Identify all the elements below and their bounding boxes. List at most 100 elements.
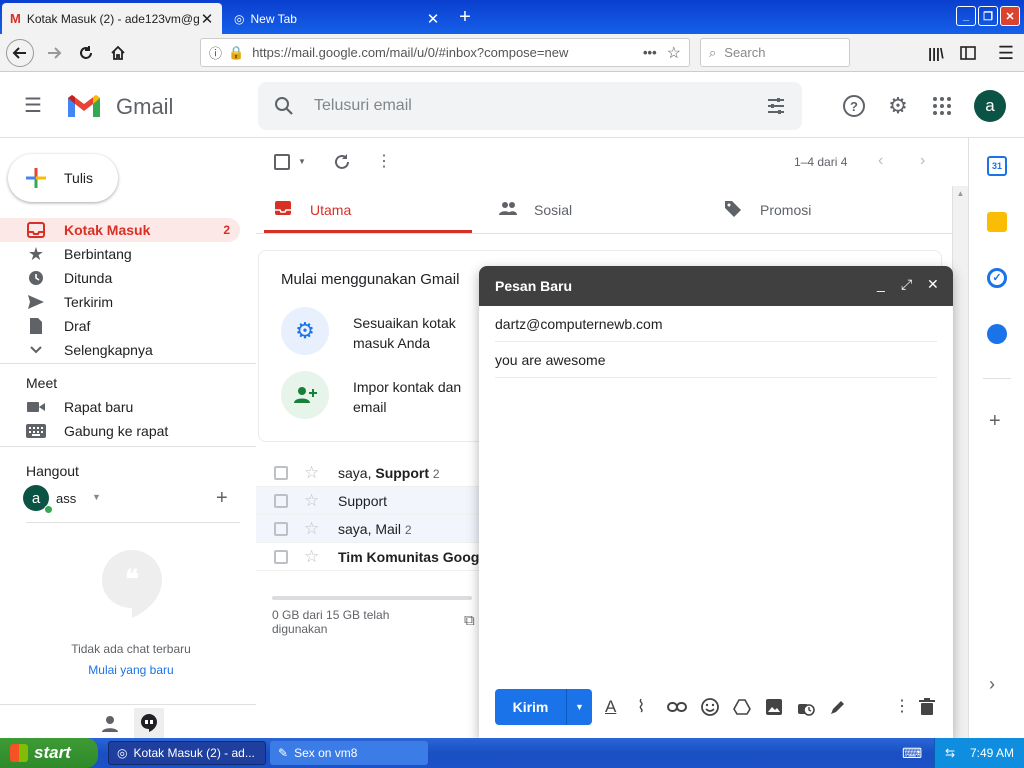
attach-icon[interactable]: ⌇	[637, 698, 655, 716]
network-tray-icon[interactable]: ⇆	[945, 746, 955, 760]
select-all-checkbox[interactable]	[274, 154, 290, 170]
bookmark-star-icon[interactable]: ☆	[667, 43, 681, 63]
older-page-icon[interactable]: ›	[920, 152, 925, 170]
recipients-field[interactable]: dartz@computernewb.com	[495, 306, 937, 342]
more-options-icon[interactable]: ⋮	[376, 152, 392, 172]
new-tab-button[interactable]: +	[454, 6, 476, 29]
add-chat-icon[interactable]: +	[216, 487, 228, 510]
open-external-icon[interactable]: ⧉	[464, 612, 475, 629]
close-tab-icon[interactable]: ✕	[426, 10, 440, 28]
close-tab-icon[interactable]: ✕	[200, 10, 214, 28]
send-options-icon[interactable]: ▼	[567, 689, 592, 725]
email-checkbox[interactable]	[274, 549, 288, 564]
tab-promotions[interactable]: Promosi	[724, 186, 811, 234]
info-icon[interactable]: ⓘ	[209, 43, 222, 62]
tasks-icon[interactable]: ✓	[987, 268, 1007, 288]
subject-field[interactable]: you are awesome	[495, 342, 937, 378]
tab-primary[interactable]: Utama	[264, 186, 472, 234]
refresh-icon[interactable]	[332, 152, 352, 172]
sidebar-item-sent[interactable]: Terkirim	[0, 290, 240, 314]
signature-pen-icon[interactable]	[829, 698, 847, 716]
email-checkbox[interactable]	[274, 493, 288, 508]
star-icon[interactable]: ☆	[304, 463, 324, 483]
url-bar[interactable]: ⓘ 🔒 https://mail.google.com/mail/u/0/#in…	[200, 38, 690, 67]
fullscreen-icon[interactable]: ⤢	[901, 276, 912, 293]
insert-photo-icon[interactable]	[765, 698, 783, 716]
new-meeting-button[interactable]: Rapat baru	[0, 395, 240, 419]
email-checkbox[interactable]	[274, 521, 288, 536]
discard-trash-icon[interactable]	[919, 698, 937, 716]
emoji-icon[interactable]	[701, 698, 719, 716]
browser-search-field[interactable]: ⌕ Search	[700, 38, 850, 67]
calendar-icon[interactable]: 31	[987, 156, 1007, 176]
sidebar-item-inbox[interactable]: Kotak Masuk 2	[0, 218, 240, 242]
compose-header[interactable]: Pesan Baru _ ⤢ ✕	[479, 266, 953, 306]
customize-inbox-link[interactable]: Sesuaikan kotak masuk Anda	[353, 313, 473, 353]
account-avatar[interactable]: a	[974, 90, 1006, 122]
compose-button[interactable]: Tulis	[8, 154, 118, 202]
minimize-icon[interactable]: _	[877, 276, 885, 292]
divider	[26, 522, 240, 523]
keyboard-tray-icon[interactable]: ⌨	[902, 745, 922, 762]
page-actions-icon[interactable]: •••	[643, 45, 657, 60]
star-icon[interactable]: ☆	[304, 547, 324, 567]
back-button[interactable]	[6, 39, 34, 67]
sidebar-item-snoozed[interactable]: Ditunda	[0, 266, 240, 290]
forward-button[interactable]	[40, 39, 68, 67]
search-options-icon[interactable]	[766, 96, 786, 116]
star-icon[interactable]: ☆	[304, 491, 324, 511]
confidential-mode-icon[interactable]	[797, 698, 815, 716]
restore-button[interactable]: ❐	[978, 6, 998, 26]
main-menu-icon[interactable]: ☰	[24, 94, 48, 118]
settings-gear-icon[interactable]: ⚙	[886, 94, 910, 118]
drive-icon[interactable]	[733, 698, 751, 716]
select-caret-icon[interactable]: ▼	[298, 157, 306, 166]
formatting-icon[interactable]: A	[605, 698, 623, 716]
sidebar-item-more[interactable]: Selengkapnya	[0, 338, 240, 362]
main-scrollbar[interactable]: ▲	[952, 186, 968, 738]
join-meeting-button[interactable]: Gabung ke rapat	[0, 419, 240, 443]
import-contacts-link[interactable]: Impor kontak dan email	[353, 377, 478, 417]
start-button[interactable]: start	[0, 738, 98, 768]
contacts-icon[interactable]	[987, 324, 1007, 344]
star-icon[interactable]: ☆	[304, 519, 324, 539]
more-options-icon[interactable]: ⋮	[893, 698, 911, 716]
reload-button[interactable]	[72, 39, 100, 67]
divider	[0, 704, 256, 705]
gmail-logo-icon[interactable]	[66, 92, 102, 120]
taskbar-task-notepad[interactable]: ✎ Sex on vm8	[270, 741, 428, 765]
apps-grid-icon[interactable]	[930, 94, 954, 118]
sidebar-item-starred[interactable]: ★ Berbintang	[0, 242, 240, 266]
help-icon[interactable]: ?	[842, 94, 866, 118]
start-new-chat-link[interactable]: Mulai yang baru	[0, 663, 262, 677]
search-icon[interactable]	[274, 96, 294, 116]
tab-social[interactable]: Sosial	[498, 186, 572, 234]
hangouts-chat-icon[interactable]	[134, 708, 164, 738]
home-button[interactable]	[104, 39, 132, 67]
sidebar-toggle-icon[interactable]	[954, 39, 982, 67]
caret-down-icon[interactable]: ▼	[92, 492, 101, 502]
menu-icon[interactable]: ☰	[992, 39, 1020, 67]
show-side-panel-icon[interactable]: ›	[989, 674, 995, 695]
link-icon[interactable]	[667, 698, 687, 716]
minimize-button[interactable]: _	[956, 6, 976, 26]
tab-new-tab[interactable]: ◎ New Tab ✕	[226, 3, 448, 34]
send-button[interactable]: Kirim	[495, 689, 567, 725]
meet-item-label: Gabung ke rapat	[64, 423, 169, 439]
taskbar-task-browser[interactable]: ◎ Kotak Masuk (2) - ad...	[108, 741, 266, 765]
storage-text: 0 GB dari 15 GB telah digunakan	[272, 608, 390, 636]
sidebar-item-drafts[interactable]: Draf	[0, 314, 240, 338]
email-search-field[interactable]: Telusuri email	[258, 82, 802, 130]
library-icon[interactable]: |||\	[922, 39, 950, 67]
get-addons-icon[interactable]: +	[989, 410, 1001, 433]
hangout-username[interactable]: ass	[56, 491, 76, 506]
person-icon[interactable]	[100, 714, 120, 734]
message-body[interactable]	[495, 380, 937, 680]
close-icon[interactable]: ✕	[927, 276, 939, 293]
newer-page-icon[interactable]: ‹	[878, 152, 883, 170]
close-window-button[interactable]: ✕	[1000, 6, 1020, 26]
email-checkbox[interactable]	[274, 465, 288, 480]
keep-icon[interactable]	[987, 212, 1007, 232]
sender-bold: Support	[375, 464, 430, 481]
tab-gmail[interactable]: M Kotak Masuk (2) - ade123vm@gm ✕	[2, 3, 222, 34]
